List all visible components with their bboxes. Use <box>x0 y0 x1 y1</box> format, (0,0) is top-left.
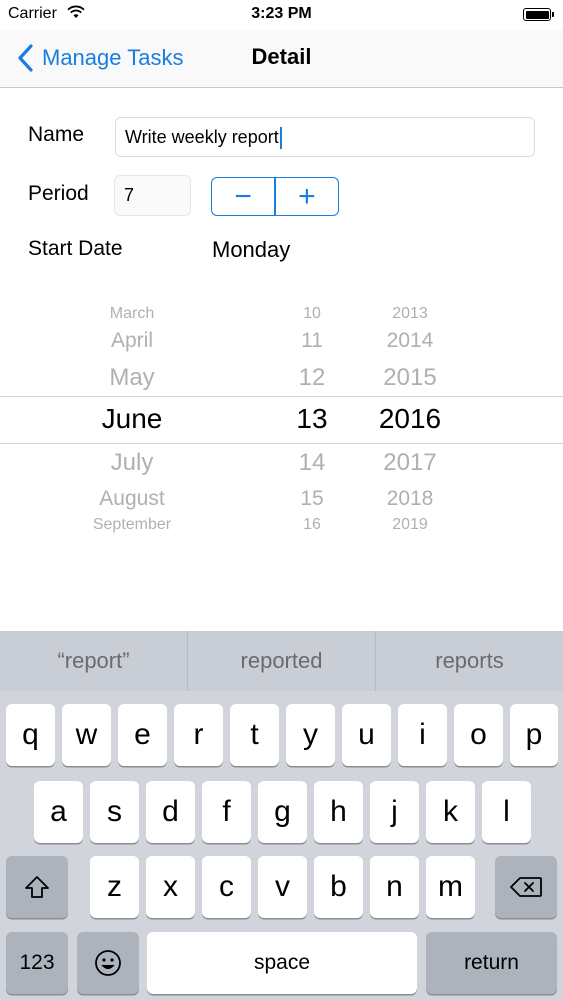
key[interactable]: a <box>34 781 83 843</box>
picker-month-selected[interactable]: June <box>52 403 212 435</box>
key[interactable]: z <box>90 856 139 918</box>
picker-year-option[interactable]: 2013 <box>350 305 470 323</box>
picker-year-selected[interactable]: 2016 <box>350 403 470 435</box>
start-date-label: Start Date <box>28 237 123 260</box>
delete-key[interactable] <box>495 856 557 918</box>
key[interactable]: j <box>370 781 419 843</box>
picker-year-option[interactable]: 2014 <box>350 329 470 353</box>
shift-key[interactable] <box>6 856 68 918</box>
picker-year-option[interactable]: 2017 <box>350 449 470 477</box>
picker-selection-top-line <box>0 396 563 397</box>
keyboard: “report” reported reports q w e r t y u … <box>0 631 563 1000</box>
status-bar: Carrier 3:23 PM <box>0 0 563 30</box>
key[interactable]: v <box>258 856 307 918</box>
shift-icon <box>25 876 49 898</box>
key[interactable]: b <box>314 856 363 918</box>
key[interactable]: p <box>510 704 558 766</box>
picker-month-option[interactable]: May <box>52 364 212 392</box>
key[interactable]: l <box>482 781 531 843</box>
key[interactable]: e <box>118 704 167 766</box>
picker-day-option[interactable]: 14 <box>262 449 362 477</box>
key[interactable]: h <box>314 781 363 843</box>
picker-selection-bottom-line <box>0 443 563 444</box>
picker-month-option[interactable]: March <box>52 305 212 323</box>
key[interactable]: t <box>230 704 279 766</box>
key[interactable]: q <box>6 704 55 766</box>
navigation-bar: Manage Tasks Detail <box>0 30 563 88</box>
picker-day-option[interactable]: 12 <box>262 364 362 392</box>
key[interactable]: i <box>398 704 447 766</box>
picker-year-option[interactable]: 2015 <box>350 364 470 392</box>
key[interactable]: k <box>426 781 475 843</box>
suggestion-item[interactable]: reported <box>188 631 375 691</box>
picker-day-option[interactable]: 15 <box>262 487 362 511</box>
increment-button[interactable]: + <box>276 178 338 215</box>
date-picker[interactable]: March April May June July August Septemb… <box>0 292 563 542</box>
key[interactable]: d <box>146 781 195 843</box>
picker-month-option[interactable]: September <box>52 516 212 534</box>
suggestion-bar: “report” reported reports <box>0 631 563 691</box>
key[interactable]: f <box>202 781 251 843</box>
name-field-value: Write weekly report <box>125 127 279 147</box>
period-label: Period <box>28 182 89 205</box>
name-field[interactable]: Write weekly report <box>115 117 535 157</box>
battery-icon <box>523 8 554 21</box>
emoji-icon <box>95 950 121 976</box>
backspace-icon <box>510 877 542 897</box>
key[interactable]: s <box>90 781 139 843</box>
picker-month-option[interactable]: July <box>52 449 212 477</box>
period-field[interactable]: 7 <box>114 175 191 216</box>
start-weekday: Monday <box>212 237 291 262</box>
key[interactable]: n <box>370 856 419 918</box>
picker-day-option[interactable]: 11 <box>262 329 362 353</box>
period-stepper: − + <box>211 177 339 216</box>
name-label: Name <box>28 123 85 146</box>
picker-day-selected[interactable]: 13 <box>262 403 362 435</box>
suggestion-item[interactable]: “report” <box>0 631 187 691</box>
key[interactable]: o <box>454 704 503 766</box>
picker-year-option[interactable]: 2019 <box>350 516 470 534</box>
picker-year-option[interactable]: 2018 <box>350 487 470 511</box>
page-title: Detail <box>251 44 312 69</box>
key[interactable]: m <box>426 856 475 918</box>
key[interactable]: x <box>146 856 195 918</box>
key[interactable]: g <box>258 781 307 843</box>
return-key[interactable]: return <box>426 932 557 994</box>
picker-day-option[interactable]: 10 <box>262 305 362 323</box>
key[interactable]: y <box>286 704 335 766</box>
suggestion-item[interactable]: reports <box>376 631 563 691</box>
decrement-button[interactable]: − <box>212 178 274 215</box>
emoji-key[interactable] <box>77 932 139 994</box>
text-cursor <box>279 127 282 150</box>
space-key[interactable]: space <box>147 932 417 994</box>
key[interactable]: r <box>174 704 223 766</box>
picker-month-option[interactable]: August <box>52 487 212 511</box>
picker-day-option[interactable]: 16 <box>262 516 362 534</box>
picker-month-option[interactable]: April <box>52 329 212 353</box>
numbers-key[interactable]: 123 <box>6 932 68 994</box>
key[interactable]: u <box>342 704 391 766</box>
key[interactable]: w <box>62 704 111 766</box>
key[interactable]: c <box>202 856 251 918</box>
clock: 3:23 PM <box>251 5 312 22</box>
